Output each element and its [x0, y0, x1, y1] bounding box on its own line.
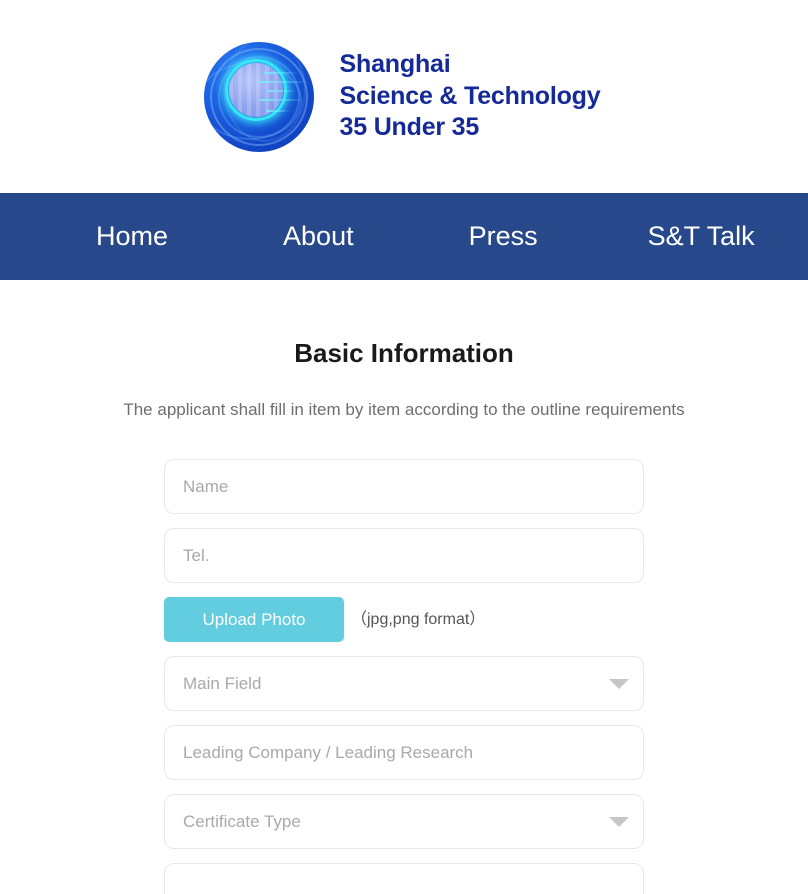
next-field-partial[interactable] — [164, 863, 644, 894]
leading-company-placeholder: Leading Company / Leading Research — [183, 743, 474, 762]
nav-item-home[interactable]: Home — [96, 223, 168, 250]
name-field[interactable]: Name — [164, 459, 644, 514]
upload-photo-button[interactable]: Upload Photo — [164, 597, 344, 642]
brand-name: Shanghai Science & Technology 35 Under 3… — [340, 49, 601, 144]
page-title: Basic Information — [294, 338, 514, 368]
main-navigation: Home About Press S&T Talk — [0, 193, 808, 280]
chevron-down-icon[interactable] — [609, 678, 629, 689]
main-field-placeholder: Main Field — [183, 674, 262, 693]
brand-name-line-1: Shanghai — [339, 50, 451, 79]
basic-information-form: Name Tel. Upload Photo （jpg,png format） … — [164, 459, 644, 894]
main-field-select[interactable]: Main Field — [164, 656, 644, 711]
tel-input-placeholder: Tel. — [183, 546, 210, 565]
brand-logo[interactable]: Shanghai Science & Technology 35 Under 3… — [200, 38, 601, 156]
upload-format-hint: （jpg,png format） — [351, 610, 486, 628]
nav-item-st-talk[interactable]: S&T Talk — [648, 223, 755, 250]
tel-field[interactable]: Tel. — [164, 528, 644, 583]
certificate-type-select[interactable]: Certificate Type — [164, 794, 644, 849]
site-header: Shanghai Science & Technology 35 Under 3… — [0, 0, 808, 193]
upload-photo-row: Upload Photo （jpg,png format） — [164, 597, 644, 642]
brand-name-line-3: 35 Under 35 — [339, 113, 480, 142]
main-content: Basic Information The applicant shall fi… — [0, 340, 808, 894]
nav-item-press[interactable]: Press — [469, 223, 538, 250]
glowing-sphere-logo-icon — [200, 38, 318, 156]
brand-name-line-2: Science & Technology — [339, 81, 601, 110]
chevron-down-icon[interactable] — [609, 816, 629, 827]
certificate-type-placeholder: Certificate Type — [183, 812, 301, 831]
page-subtitle: The applicant shall fill in item by item… — [123, 400, 685, 419]
nav-item-about[interactable]: About — [283, 223, 354, 250]
leading-company-field[interactable]: Leading Company / Leading Research — [164, 725, 644, 780]
name-input-placeholder: Name — [183, 477, 229, 496]
